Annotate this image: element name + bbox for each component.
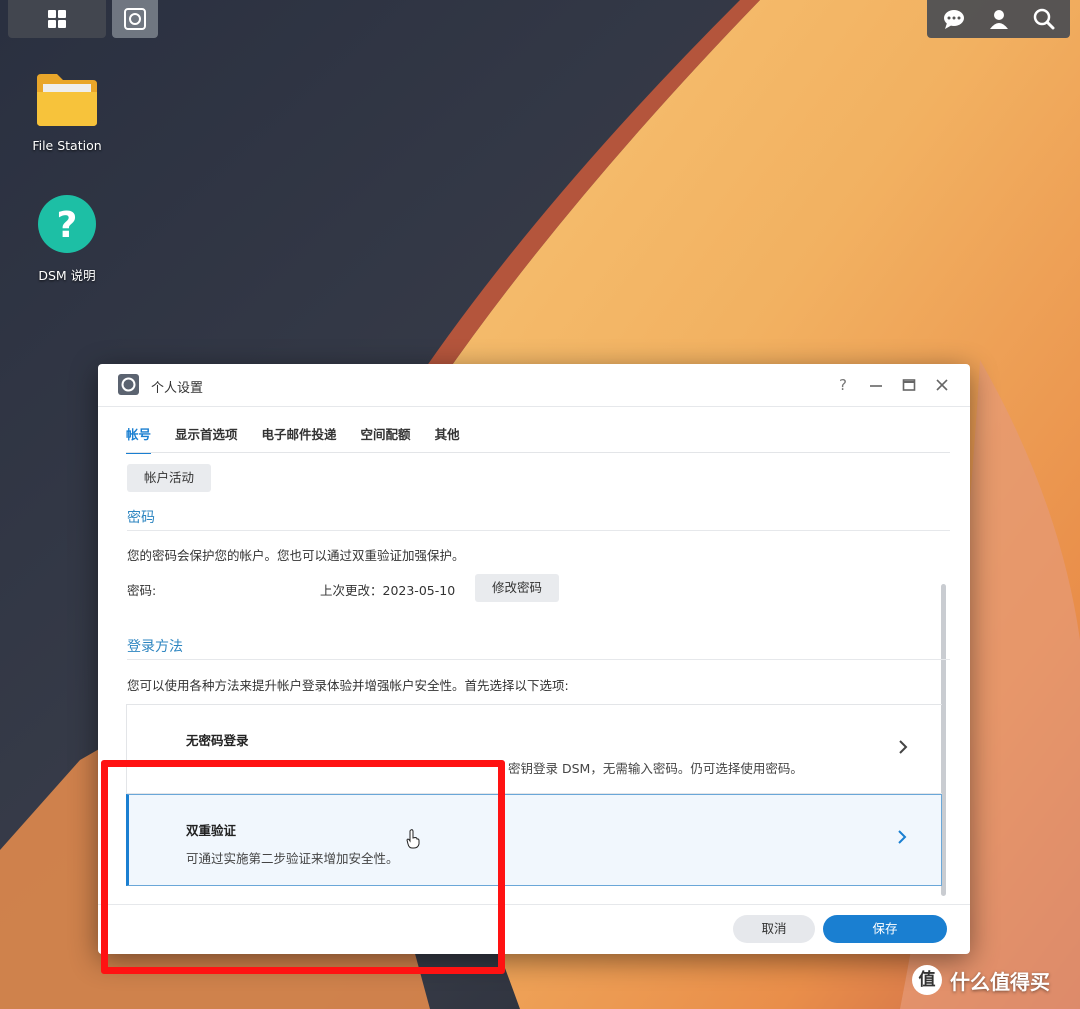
watermark: 值 什么值得买 <box>912 965 1050 995</box>
maximize-icon[interactable] <box>898 374 920 396</box>
option-title: 双重验证 <box>186 823 237 838</box>
save-button[interactable]: 保存 <box>823 915 947 943</box>
hand-cursor-icon <box>406 829 420 849</box>
login-method-section-title: 登录方法 <box>127 639 183 655</box>
personal-settings-icon <box>124 8 146 30</box>
tab-quota[interactable]: 空间配额 <box>361 424 411 452</box>
watermark-text: 什么值得买 <box>950 969 1050 994</box>
footer-divider <box>98 904 970 905</box>
option-description: 密钥登录 DSM，无需输入密码。仍可选择使用密码。 <box>508 761 803 776</box>
tab-email-delivery[interactable]: 电子邮件投递 <box>262 424 337 452</box>
passwordless-login-option[interactable]: 无密码登录 密钥登录 DSM，无需输入密码。仍可选择使用密码。 <box>126 704 942 794</box>
folder-icon <box>37 74 97 126</box>
help-icon[interactable]: ? <box>832 374 854 396</box>
desktop-icon-file-station[interactable]: File Station <box>17 70 117 153</box>
dialog-titlebar[interactable]: 个人设置 ? <box>98 364 970 407</box>
tab-others[interactable]: 其他 <box>435 424 460 452</box>
cancel-button[interactable]: 取消 <box>733 915 815 943</box>
tab-display-preferences[interactable]: 显示首选项 <box>175 424 238 452</box>
account-activity-button[interactable]: 帐户活动 <box>127 464 211 492</box>
tab-account[interactable]: 帐号 <box>126 424 152 454</box>
system-tray <box>927 0 1070 38</box>
chat-icon[interactable] <box>942 8 966 30</box>
dialog-title: 个人设置 <box>151 381 204 396</box>
section-divider <box>127 659 950 660</box>
password-description: 您的密码会保护您的帐户。您也可以通过双重验证加强保护。 <box>127 548 465 563</box>
login-method-description: 您可以使用各种方法来提升帐户登录体验并增强帐户安全性。首先选择以下选项: <box>127 678 569 693</box>
watermark-logo-icon: 值 <box>912 965 942 995</box>
tab-bar: 帐号 显示首选项 电子邮件投递 空间配额 其他 <box>126 424 484 454</box>
grid-icon <box>48 10 66 28</box>
option-description: 可通过实施第二步验证来增加安全性。 <box>186 851 399 866</box>
tab-divider <box>126 452 950 453</box>
section-divider <box>127 530 950 531</box>
main-menu-button[interactable] <box>8 0 106 38</box>
password-label: 密码: <box>127 583 157 598</box>
search-icon[interactable] <box>1033 8 1055 30</box>
two-factor-auth-option[interactable]: 双重验证 可通过实施第二步验证来增加安全性。 <box>126 794 942 886</box>
taskbar-personal-settings[interactable] <box>112 0 158 38</box>
user-icon[interactable] <box>988 8 1010 30</box>
help-icon: ? <box>38 195 96 253</box>
personal-settings-dialog: 个人设置 ? 帐号 显示首选项 电子邮件投递 空间配额 其他 帐户活动 密码 您… <box>98 364 970 954</box>
personal-settings-icon <box>118 374 139 395</box>
password-last-changed: 上次更改：2023-05-10 <box>320 583 456 598</box>
chevron-right-icon <box>899 740 908 754</box>
desktop-icon-label: File Station <box>32 138 102 153</box>
change-password-button[interactable]: 修改密码 <box>475 574 559 602</box>
option-title: 无密码登录 <box>186 733 249 748</box>
desktop-icon-dsm-help[interactable]: ? DSM 说明 <box>17 193 117 284</box>
desktop-icon-label: DSM 说明 <box>38 268 96 283</box>
minimize-icon[interactable] <box>865 374 887 396</box>
close-icon[interactable] <box>931 374 953 396</box>
chevron-right-icon <box>898 830 907 844</box>
svg-text:?: ? <box>57 205 78 246</box>
password-section-title: 密码 <box>127 510 155 526</box>
